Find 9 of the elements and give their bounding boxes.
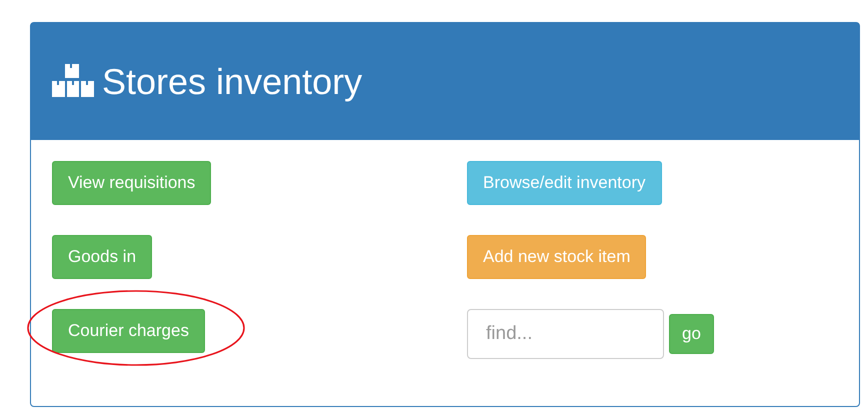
search-field[interactable]: find... <box>467 309 664 360</box>
action-button[interactable]: Browse/edit inventory <box>467 161 662 206</box>
go-button[interactable]: go <box>669 314 714 354</box>
action-button[interactable]: Courier charges <box>52 309 205 354</box>
panel-title: Stores inventory <box>102 60 362 104</box>
action-button[interactable]: Add new stock item <box>467 235 646 280</box>
boxes-icon <box>52 64 94 100</box>
action-button[interactable]: View requisitions <box>52 161 212 206</box>
action-button[interactable]: Goods in <box>52 235 152 280</box>
